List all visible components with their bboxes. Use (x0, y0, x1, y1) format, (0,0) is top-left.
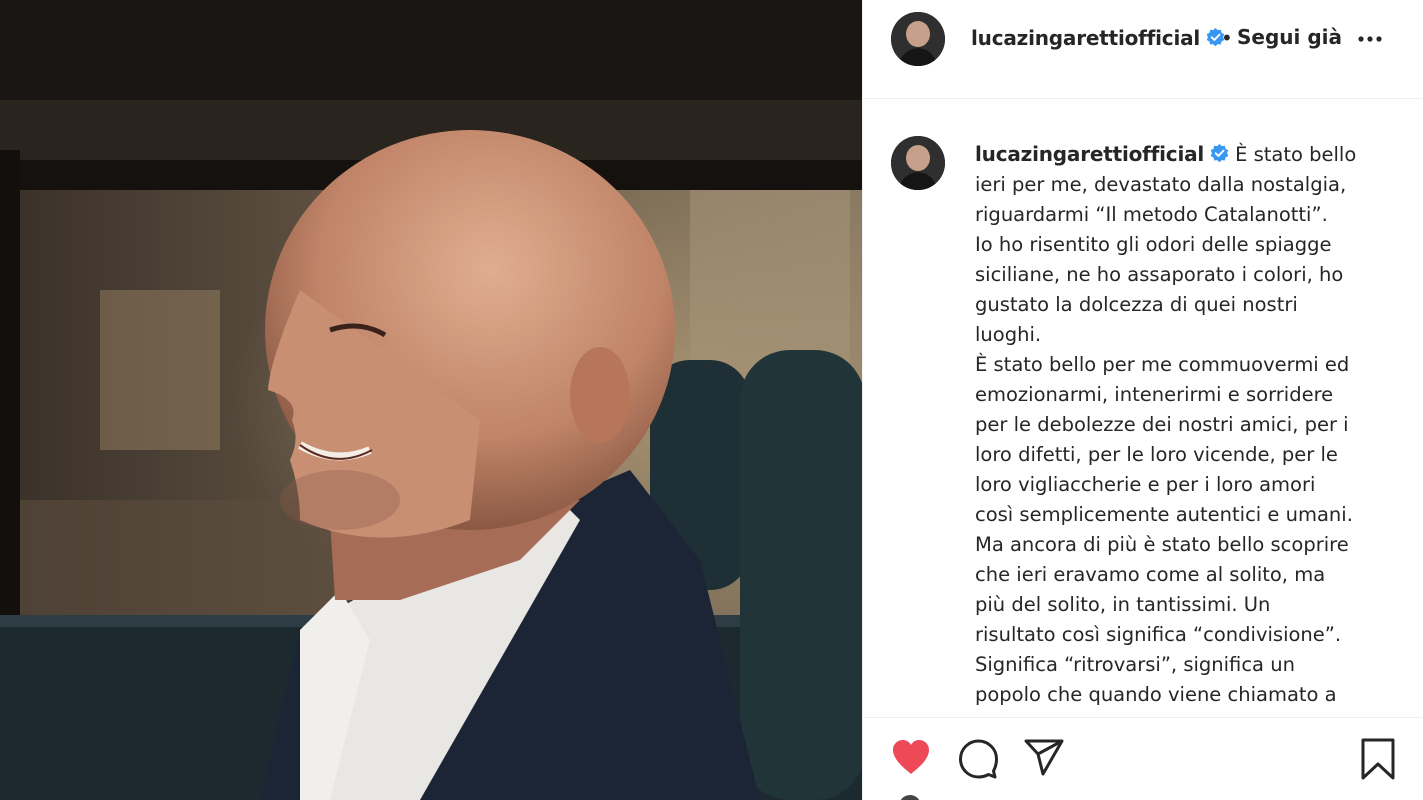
author-username[interactable]: lucazingarettiofficial (971, 26, 1225, 50)
more-options-icon[interactable] (1355, 26, 1385, 50)
post-header: lucazingarettiofficial • Segui già (863, 0, 1422, 99)
caption-username[interactable]: lucazingarettiofficial (975, 142, 1204, 166)
comment-icon[interactable] (957, 738, 999, 780)
caption-area: lucazingarettiofficial È stato bello ier… (863, 99, 1422, 717)
bookmark-icon[interactable] (1359, 737, 1397, 781)
caption-text: È stato bello ieri per me, devastato dal… (975, 143, 1357, 706)
post-caption: lucazingarettiofficial È stato bello ier… (975, 139, 1385, 710)
header-separator: • (1221, 26, 1233, 50)
author-username-text[interactable]: lucazingarettiofficial (971, 26, 1200, 50)
verified-badge-icon (1210, 144, 1229, 163)
author-avatar[interactable] (891, 12, 945, 66)
follow-status-button[interactable]: Segui già (1237, 25, 1342, 49)
post-photo-illustration (0, 0, 862, 800)
post-photo[interactable] (0, 0, 862, 800)
instagram-post-view: lucazingarettiofficial • Segui già lucaz… (0, 0, 1423, 800)
liked-by-avatar[interactable] (899, 795, 921, 800)
share-icon[interactable] (1023, 738, 1065, 778)
caption-author-avatar[interactable] (891, 136, 945, 190)
post-actions-bar (863, 717, 1422, 800)
post-side-panel: lucazingarettiofficial • Segui già lucaz… (862, 0, 1423, 800)
heart-filled-icon[interactable] (890, 738, 932, 776)
